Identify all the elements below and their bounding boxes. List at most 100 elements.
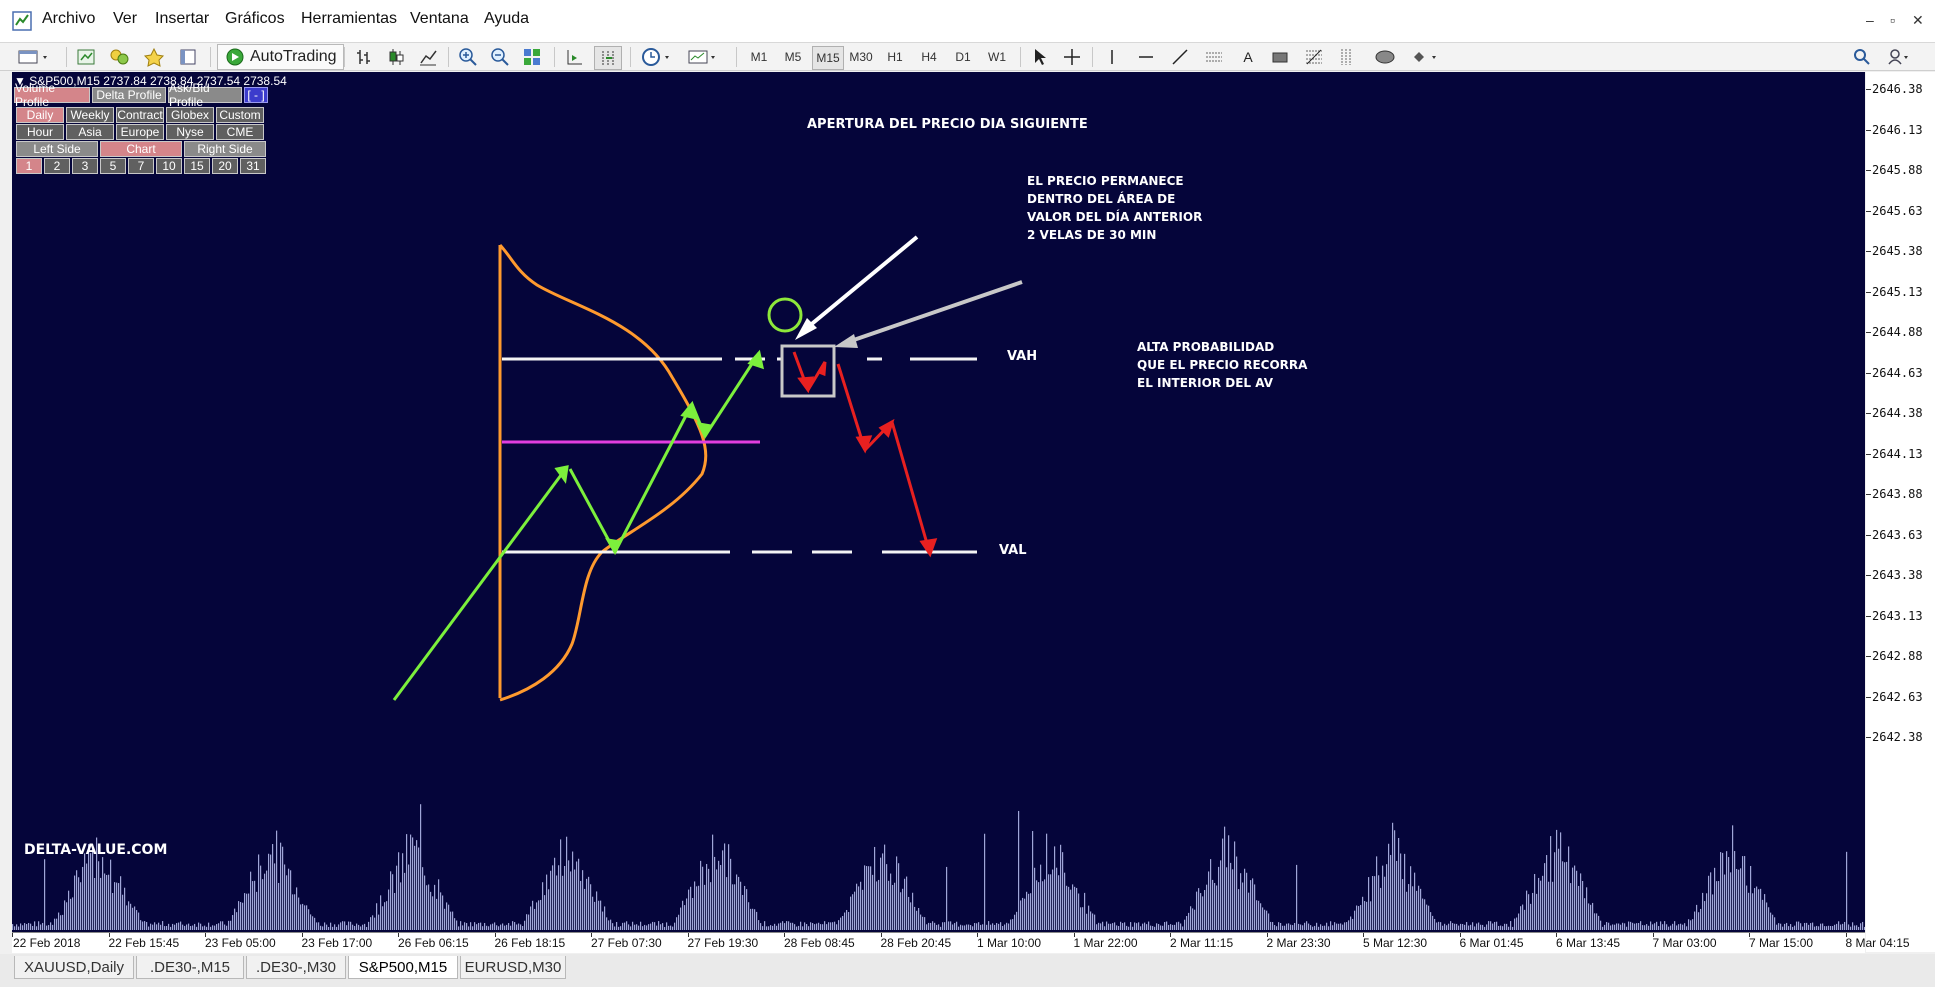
timeframe-h1[interactable]: H1 xyxy=(880,46,910,68)
line-chart-icon[interactable] xyxy=(416,46,440,68)
volume-bar xyxy=(656,925,658,930)
session-btn-4[interactable]: CME xyxy=(216,124,264,140)
cursor-icon[interactable] xyxy=(1028,46,1052,68)
label-icon[interactable] xyxy=(1268,46,1292,68)
timeframe-m1[interactable]: M1 xyxy=(744,46,774,68)
profile-btn-2[interactable]: Ask/Bid Profile xyxy=(168,81,242,109)
close-icon[interactable]: ✕ xyxy=(1912,12,1924,29)
volume-bar xyxy=(1670,925,1672,930)
timeframe-d1[interactable]: D1 xyxy=(948,46,978,68)
terminal-icon[interactable] xyxy=(176,46,200,68)
fibonacci-icon[interactable] xyxy=(1302,46,1326,68)
volume-bar xyxy=(288,868,290,930)
autoscroll-icon[interactable] xyxy=(594,46,622,70)
count-btn-1[interactable]: 2 xyxy=(44,158,70,174)
timeframe-m5[interactable]: M5 xyxy=(778,46,808,68)
menu-ayuda[interactable]: Ayuda xyxy=(484,10,529,28)
market-watch-icon[interactable] xyxy=(74,46,98,68)
menu-herramientas[interactable]: Herramientas xyxy=(301,10,397,28)
horizontal-line-icon[interactable] xyxy=(1134,46,1158,68)
count-btn-0[interactable]: 1 xyxy=(16,158,42,174)
volume-bar xyxy=(1422,898,1424,930)
chart-tab[interactable]: S&P500,M15 xyxy=(348,956,458,979)
time-axis[interactable]: 22 Feb 2018 22 Feb 15:45 23 Feb 05:00 23 Fe… xyxy=(12,932,1910,953)
templates-icon[interactable] xyxy=(684,46,724,68)
minimize-icon[interactable]: – xyxy=(1866,12,1874,28)
volume-bar xyxy=(1618,923,1620,930)
zoom-out-icon[interactable] xyxy=(488,46,512,68)
timeframe-w1[interactable]: W1 xyxy=(982,46,1012,68)
chart-area[interactable]: ▼ S&P500,M15 2737.84 2738.84 2737.54 273… xyxy=(12,72,1865,952)
timeframe-m30[interactable]: M30 xyxy=(846,46,876,68)
session-btn-1[interactable]: Asia xyxy=(66,124,114,140)
side-btn-2[interactable]: Right Side xyxy=(184,141,266,157)
period-btn-4[interactable]: Custom xyxy=(216,107,264,123)
volume-bar xyxy=(1644,925,1646,930)
count-btn-8[interactable]: 31 xyxy=(240,158,266,174)
side-btn-0[interactable]: Left Side xyxy=(16,141,98,157)
vertical-line-icon[interactable] xyxy=(1100,46,1124,68)
text-icon[interactable]: A xyxy=(1236,46,1260,68)
period-btn-3[interactable]: Globex xyxy=(166,107,214,123)
volume-bar xyxy=(900,892,902,930)
menu-archivo[interactable]: Archivo xyxy=(42,10,95,28)
period-btn-0[interactable]: Daily xyxy=(16,107,64,123)
volume-bar xyxy=(1556,829,1558,930)
profile-btn-3[interactable]: [ - ] xyxy=(244,87,268,103)
volume-bar xyxy=(110,859,112,930)
community-icon[interactable] xyxy=(1884,46,1914,68)
bar-chart-icon[interactable] xyxy=(352,46,376,68)
count-btn-2[interactable]: 3 xyxy=(72,158,98,174)
navigator-icon[interactable] xyxy=(140,46,168,68)
ellipse-icon[interactable] xyxy=(1372,46,1398,68)
menu-graficos[interactable]: Gráficos xyxy=(225,10,285,28)
volume-bar xyxy=(690,886,692,930)
session-btn-0[interactable]: Hour xyxy=(16,124,64,140)
volume-bar xyxy=(20,923,22,930)
tile-windows-icon[interactable] xyxy=(520,46,544,68)
period-btn-2[interactable]: Contract xyxy=(116,107,164,123)
crosshair-icon[interactable] xyxy=(1060,46,1084,68)
menu-ver[interactable]: Ver xyxy=(113,10,137,28)
count-btn-4[interactable]: 7 xyxy=(128,158,154,174)
chart-shift-icon[interactable] xyxy=(562,46,586,68)
menu-insertar[interactable]: Insertar xyxy=(155,10,209,28)
volume-bar xyxy=(878,879,880,930)
data-window-icon[interactable] xyxy=(106,46,134,68)
candlestick-icon[interactable] xyxy=(384,46,408,68)
restore-icon[interactable]: ▫ xyxy=(1890,12,1895,28)
period-btn-1[interactable]: Weekly xyxy=(66,107,114,123)
volume-bar xyxy=(958,926,960,930)
volume-bar xyxy=(1012,919,1014,930)
timeframe-h4[interactable]: H4 xyxy=(914,46,944,68)
trendline-icon[interactable] xyxy=(1168,46,1192,68)
fibonacci-fan-icon[interactable] xyxy=(1336,46,1360,68)
chart-tab[interactable]: .DE30-,M30 xyxy=(246,956,346,979)
new-chart-icon[interactable] xyxy=(14,46,54,68)
count-btn-5[interactable]: 10 xyxy=(156,158,182,174)
timeframe-m15[interactable]: M15 xyxy=(812,46,844,70)
chart-tab[interactable]: .DE30-,M15 xyxy=(136,956,244,979)
side-btn-1[interactable]: Chart xyxy=(100,141,182,157)
session-btn-3[interactable]: Nyse xyxy=(166,124,214,140)
zoom-in-icon[interactable] xyxy=(456,46,480,68)
periods-clock-icon[interactable] xyxy=(638,46,678,68)
session-btn-2[interactable]: Europe xyxy=(116,124,164,140)
volume-bar xyxy=(888,880,890,930)
profile-btn-1[interactable]: Delta Profile xyxy=(92,87,166,103)
chart-canvas[interactable] xyxy=(12,72,1865,952)
volume-bar xyxy=(1480,924,1482,930)
autotrading-button[interactable]: AutoTrading xyxy=(217,44,344,70)
price-axis[interactable]: 2646.38 2646.13 2645.88 2645.63 2645.38 2645.… xyxy=(1866,72,1935,952)
search-icon[interactable] xyxy=(1850,46,1874,68)
count-btn-3[interactable]: 5 xyxy=(100,158,126,174)
count-btn-6[interactable]: 15 xyxy=(184,158,210,174)
menu-ventana[interactable]: Ventana xyxy=(410,10,469,28)
chart-tab[interactable]: XAUUSD,Daily xyxy=(14,956,134,979)
more-objects-icon[interactable] xyxy=(1408,46,1444,68)
chart-tab[interactable]: EURUSD,M30 xyxy=(460,956,566,979)
channel-icon[interactable] xyxy=(1202,46,1226,68)
profile-btn-0[interactable]: Volume Profile xyxy=(14,81,90,109)
count-btn-7[interactable]: 20 xyxy=(212,158,238,174)
volume-bar xyxy=(708,868,710,930)
